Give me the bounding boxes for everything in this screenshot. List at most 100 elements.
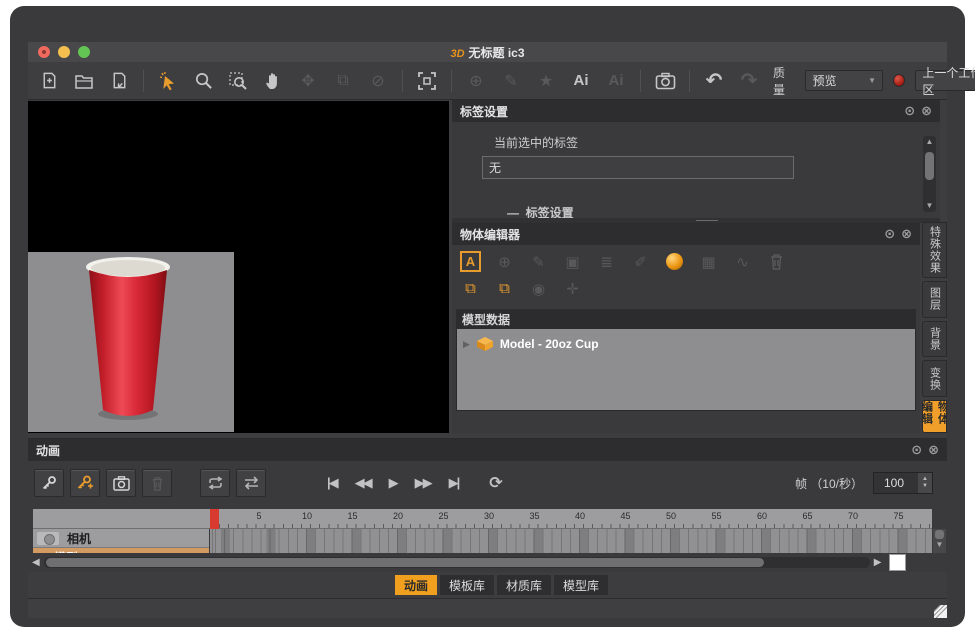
- tree-expand-icon[interactable]: ▶: [463, 339, 470, 350]
- select-tool-icon[interactable]: [157, 70, 179, 92]
- step-back-icon[interactable]: |◀: [327, 475, 337, 491]
- model-tree-item[interactable]: ▶ Model - 20oz Cup: [457, 329, 915, 351]
- rewind-icon[interactable]: ◀◀: [355, 475, 371, 491]
- visibility-eye-icon[interactable]: ◉: [528, 278, 549, 299]
- stage-background[interactable]: [28, 252, 234, 432]
- scrollbar-thumb[interactable]: [46, 558, 764, 567]
- object-editor-panel: 物体编辑器 ⊙ ⊗ A ⊕ ✎ ▣ ≣ ✐ ▦ ∿ ⧉ ⧉ ◉ ✛ 模型数据: [452, 223, 920, 433]
- model-data-list[interactable]: ▶ Model - 20oz Cup: [456, 329, 916, 411]
- play-icon[interactable]: ▶: [389, 475, 397, 491]
- app-logo-icon: 3D: [450, 48, 464, 60]
- add-key-icon[interactable]: [70, 469, 100, 497]
- duplicate-add-icon[interactable]: ⧉: [460, 278, 481, 299]
- new-document-icon[interactable]: [38, 70, 60, 92]
- track-row-model[interactable]: ︿ 模型: [33, 548, 209, 553]
- bottom-tab-animation[interactable]: 动画: [395, 575, 437, 595]
- text-label-tool-icon[interactable]: A: [460, 251, 481, 272]
- ruler-label-60: 60: [757, 511, 767, 521]
- undo-icon[interactable]: ↶: [703, 70, 725, 92]
- ai-artwork-icon[interactable]: Ai: [570, 70, 592, 92]
- loop-playback-icon[interactable]: ⟳: [489, 473, 502, 493]
- panel-close-icon[interactable]: ⊗: [901, 226, 912, 242]
- timeline-horizontal-scrollbar[interactable]: ◀ ▶: [28, 554, 947, 571]
- track-row-camera[interactable]: 相机: [33, 529, 209, 548]
- label-section-header[interactable]: — 标签设置: [507, 204, 574, 218]
- fit-view-icon[interactable]: [416, 70, 438, 92]
- duplicate-icon[interactable]: ⧉: [494, 278, 515, 299]
- current-label-input[interactable]: [482, 156, 794, 179]
- add-label-icon[interactable]: ⊕: [465, 70, 487, 92]
- side-tab-object-editor[interactable]: 物体编辑: [922, 400, 947, 433]
- spin-down-icon[interactable]: ▼: [922, 483, 928, 490]
- open-folder-icon[interactable]: [73, 70, 95, 92]
- scrollbar-track[interactable]: [44, 557, 870, 568]
- cup-model[interactable]: [82, 254, 174, 426]
- add-object-icon[interactable]: ⊕: [494, 251, 515, 272]
- side-tab-layers[interactable]: 图层: [922, 281, 947, 318]
- snapshot-camera-icon[interactable]: [654, 70, 676, 92]
- list-view-icon[interactable]: ≣: [596, 251, 617, 272]
- label-settings-header: 标签设置 ⊙ ⊗: [452, 100, 940, 122]
- workspace-dropdown[interactable]: 上一个工作区 ▼: [915, 70, 975, 91]
- scrollbar-thumb[interactable]: [925, 152, 934, 180]
- fast-forward-icon[interactable]: ▶▶: [415, 475, 431, 491]
- scroll-down-icon[interactable]: ▼: [926, 200, 934, 212]
- quality-dropdown[interactable]: 预览 ▼: [805, 70, 883, 91]
- favorite-star-icon[interactable]: ★: [535, 70, 557, 92]
- curve-tool-icon[interactable]: ∿: [732, 251, 753, 272]
- timeline-vertical-scrollbar[interactable]: ▼: [933, 529, 946, 553]
- resize-grip[interactable]: [934, 605, 947, 618]
- uv-map-icon[interactable]: ▦: [698, 251, 719, 272]
- add-image-icon[interactable]: ▣: [562, 251, 583, 272]
- key-icon[interactable]: [34, 469, 64, 497]
- scroll-left-icon[interactable]: ◀: [28, 557, 44, 568]
- delete-key-icon[interactable]: [142, 469, 172, 497]
- label-panel-scrollbar[interactable]: ▲ ▼: [923, 136, 936, 212]
- render-status-led[interactable]: [893, 74, 905, 87]
- edit-label-icon[interactable]: ✎: [500, 70, 522, 92]
- scroll-up-icon[interactable]: ▲: [926, 136, 934, 148]
- ai-import-icon[interactable]: Ai: [605, 70, 627, 92]
- panel-float-icon[interactable]: ⊙: [884, 226, 895, 242]
- step-forward-icon[interactable]: ▶|: [449, 475, 459, 491]
- redo-icon[interactable]: ↷: [738, 70, 760, 92]
- scrollbar-thumb[interactable]: [935, 530, 944, 539]
- viewport-3d[interactable]: [28, 101, 449, 433]
- frame-count-spinner[interactable]: 100 ▲ ▼: [873, 472, 933, 494]
- bottom-tab-model-library[interactable]: 模型库: [554, 575, 608, 595]
- spin-up-icon[interactable]: ▲: [922, 476, 928, 483]
- panel-float-icon[interactable]: ⊙: [911, 442, 922, 458]
- zoom-region-tool-icon[interactable]: [227, 70, 249, 92]
- zoom-tool-icon[interactable]: [192, 70, 214, 92]
- pingpong-mode-icon[interactable]: [236, 469, 266, 497]
- timeline-ruler[interactable]: 05101520253035404550556065707580: [33, 509, 932, 529]
- timeline-grid[interactable]: [210, 529, 932, 553]
- move-object-icon[interactable]: ✥: [297, 70, 319, 92]
- ruler-label-20: 20: [393, 511, 403, 521]
- scroll-down-icon[interactable]: ▼: [936, 540, 944, 549]
- delete-object-icon[interactable]: [766, 251, 787, 272]
- camera-key-icon[interactable]: [106, 469, 136, 497]
- bottom-tab-material-library[interactable]: 材质库: [497, 575, 551, 595]
- bottom-tab-template-library[interactable]: 模板库: [440, 575, 494, 595]
- playhead[interactable]: [210, 509, 219, 529]
- paint-tool-icon[interactable]: ✐: [630, 251, 651, 272]
- pan-tool-icon[interactable]: [262, 70, 284, 92]
- scroll-right-icon[interactable]: ▶: [870, 557, 886, 568]
- rotate-view-icon[interactable]: ⊘: [367, 70, 389, 92]
- edit-object-icon[interactable]: ✎: [528, 251, 549, 272]
- import-document-icon[interactable]: [108, 70, 130, 92]
- side-tab-background[interactable]: 背景: [922, 321, 947, 358]
- frame-count-value[interactable]: 100: [874, 476, 918, 490]
- side-tab-special-effects[interactable]: 特殊效果: [922, 222, 947, 278]
- side-tab-transform[interactable]: 变换: [922, 360, 947, 397]
- panel-float-icon[interactable]: ⊙: [904, 103, 915, 119]
- material-sphere-icon[interactable]: [664, 251, 685, 272]
- duplicate-window-icon[interactable]: ⧉: [332, 70, 354, 92]
- pin-tool-icon[interactable]: ✛: [562, 278, 583, 299]
- panel-close-icon[interactable]: ⊗: [928, 442, 939, 458]
- ruler-label-50: 50: [666, 511, 676, 521]
- loop-mode-icon[interactable]: [200, 469, 230, 497]
- panel-close-icon[interactable]: ⊗: [921, 103, 932, 119]
- timeline-resize-box[interactable]: [889, 554, 906, 571]
